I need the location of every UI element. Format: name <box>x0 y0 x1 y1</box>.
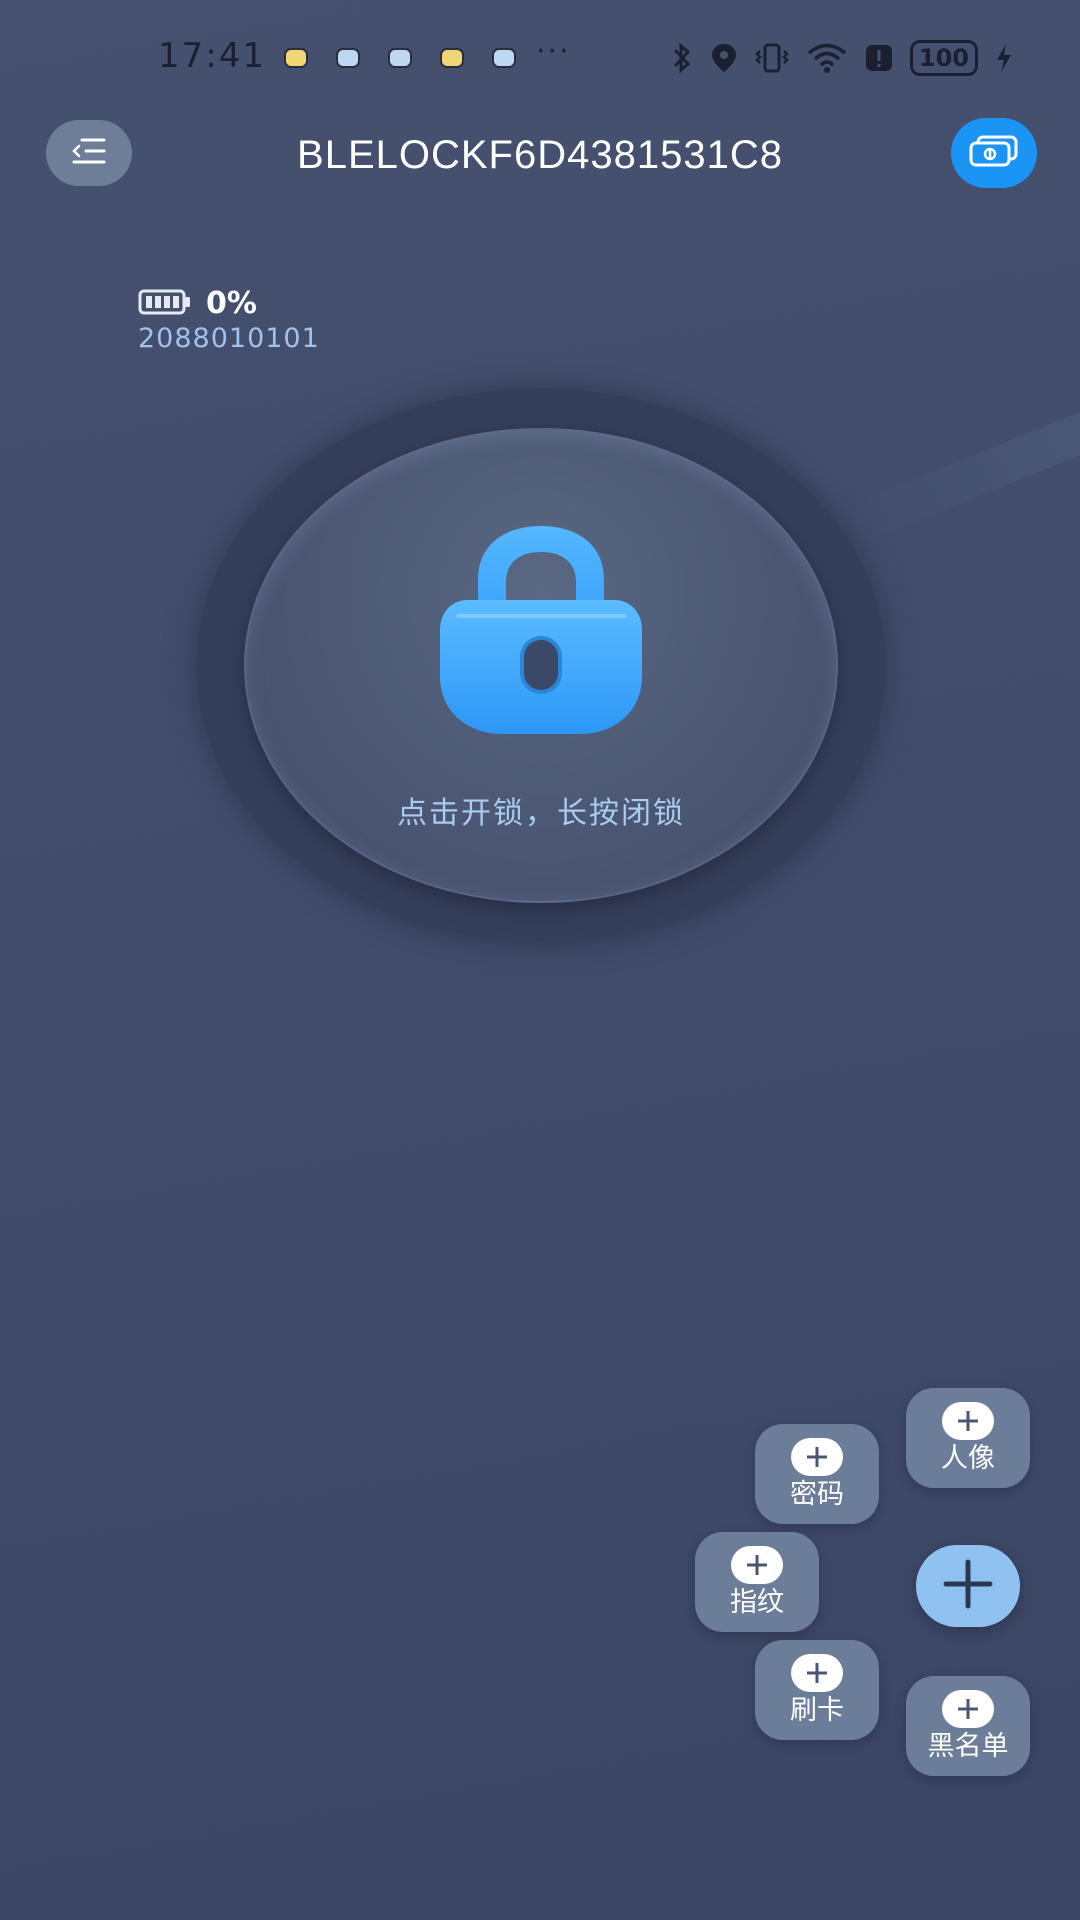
add-card-button[interactable]: 刷卡 <box>755 1640 879 1740</box>
plus-icon <box>942 1690 994 1728</box>
system-icons: 100 <box>670 40 1014 76</box>
device-info: 0% 2088010101 <box>138 286 320 354</box>
notification-app-icon <box>284 48 308 68</box>
fab-item-label: 指纹 <box>730 1587 784 1618</box>
fab-item-label: 黑名单 <box>927 1731 1009 1762</box>
plus-icon <box>791 1654 843 1692</box>
notification-icons <box>284 48 516 68</box>
plus-icon <box>942 1558 994 1614</box>
notification-app-icon <box>336 48 360 68</box>
switch-device-icon <box>968 134 1020 172</box>
plus-icon <box>791 1438 843 1476</box>
battery-icon <box>138 288 192 320</box>
status-time: 17:41 <box>158 36 266 76</box>
fab-item-label: 密码 <box>790 1479 844 1510</box>
notification-app-icon <box>492 48 516 68</box>
vibrate-icon <box>754 42 790 74</box>
switch-device-button[interactable] <box>951 118 1037 188</box>
add-fingerprint-button[interactable]: 指纹 <box>695 1532 819 1632</box>
charging-icon <box>994 42 1014 74</box>
status-bar: 17:41 ··· 100 <box>0 0 1080 116</box>
bluetooth-icon <box>670 42 694 74</box>
notification-more-icon: ··· <box>536 34 571 69</box>
add-blacklist-button[interactable]: 黑名单 <box>906 1676 1030 1776</box>
background-glare <box>847 356 1080 544</box>
location-icon <box>710 42 738 74</box>
menu-list-icon <box>71 136 107 170</box>
notification-app-icon <box>388 48 412 68</box>
fab-item-label: 刷卡 <box>790 1695 844 1726</box>
lock-toggle-button[interactable] <box>244 428 838 903</box>
fab-main-button[interactable] <box>916 1545 1020 1627</box>
battery-percent: 0% <box>206 286 257 321</box>
add-face-button[interactable]: 人像 <box>906 1388 1030 1488</box>
add-password-button[interactable]: 密码 <box>755 1424 879 1524</box>
device-number: 2088010101 <box>138 323 320 354</box>
plus-icon <box>731 1546 783 1584</box>
plus-icon <box>942 1402 994 1440</box>
wifi-icon <box>806 42 848 74</box>
page-title: BLELOCKF6D4381531C8 <box>297 133 783 177</box>
notification-app-icon <box>440 48 464 68</box>
fab-item-label: 人像 <box>941 1443 995 1474</box>
battery-status: 0% <box>138 286 320 321</box>
menu-button[interactable] <box>46 120 132 186</box>
alert-icon <box>864 42 894 74</box>
status-battery: 100 <box>909 40 978 76</box>
